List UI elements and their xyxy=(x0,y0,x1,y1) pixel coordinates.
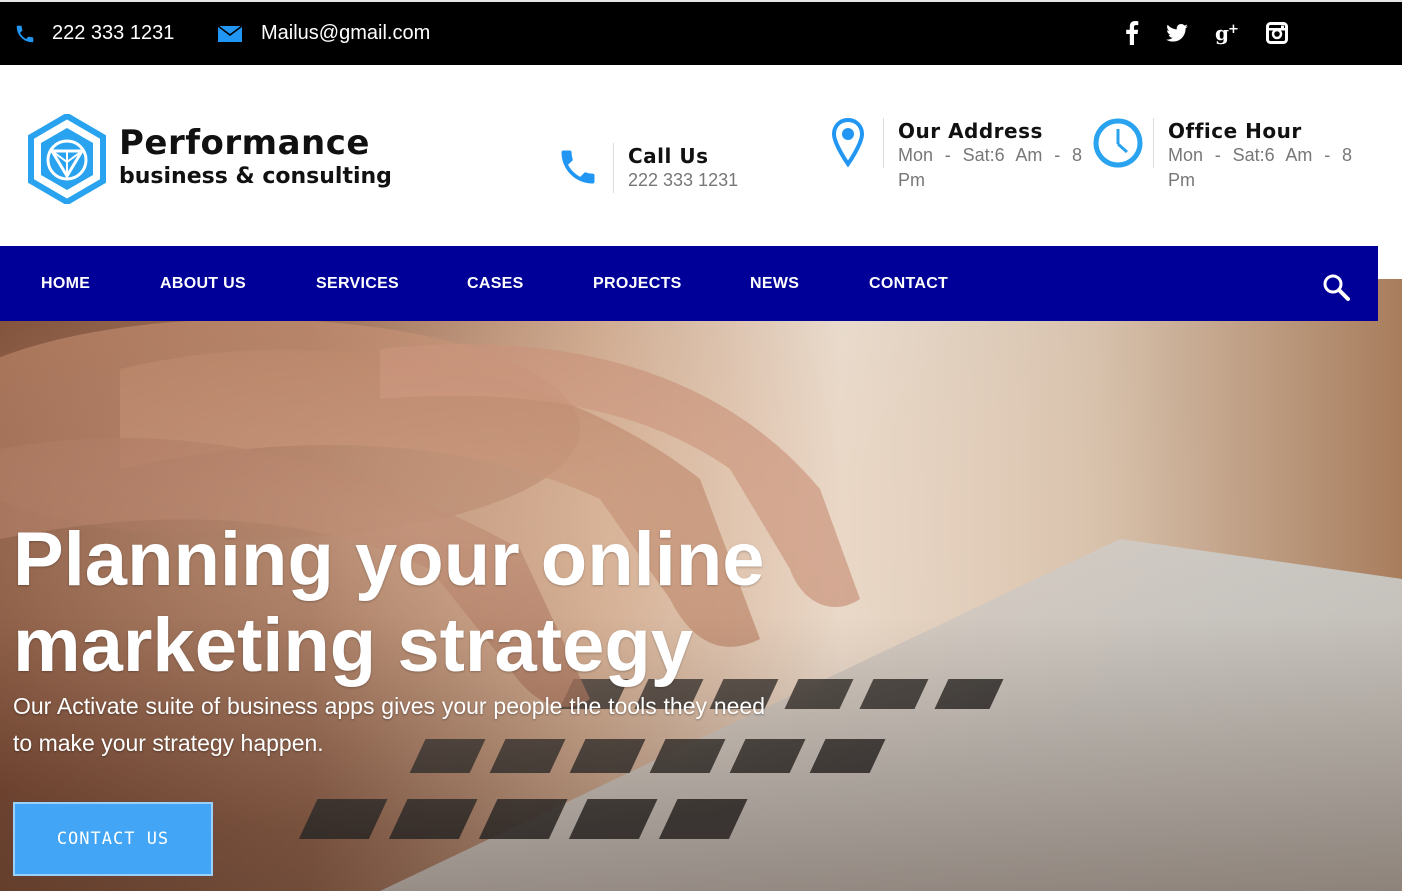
office-hour-value: Mon - Sat:6 Am - 8 Pm xyxy=(1168,145,1352,190)
mail-icon xyxy=(217,24,243,42)
call-us-title: Call Us xyxy=(628,144,709,168)
nav-item-projects[interactable]: PROJECTS xyxy=(593,246,682,321)
phone-icon xyxy=(561,150,595,184)
main-nav: HOME ABOUT US SERVICES CASES PROJECTS NE… xyxy=(0,246,1378,321)
nav-item-services[interactable]: SERVICES xyxy=(316,246,399,321)
nav-item-about-us[interactable]: ABOUT US xyxy=(160,246,246,321)
svg-text:+: + xyxy=(1228,22,1239,37)
topbar-email[interactable]: Mailus@gmail.com xyxy=(217,2,430,65)
brand-title[interactable]: Performance xyxy=(119,123,370,163)
nav-item-cases[interactable]: CASES xyxy=(467,246,524,321)
address-title: Our Address xyxy=(898,119,1043,143)
nav-item-home[interactable]: HOME xyxy=(41,246,90,321)
clock-icon xyxy=(1093,118,1143,168)
nav-item-news[interactable]: NEWS xyxy=(750,246,799,321)
nav-item-contact[interactable]: CONTACT xyxy=(869,246,948,321)
call-us-block: Call Us 222 333 1231 xyxy=(628,144,738,193)
address-value: Mon - Sat:6 Am - 8 Pm xyxy=(898,145,1082,190)
topbar-phone-text: 222 333 1231 xyxy=(52,22,175,44)
divider xyxy=(1153,118,1154,168)
call-us-value[interactable]: 222 333 1231 xyxy=(628,168,738,193)
brand-subtitle: business & consulting xyxy=(119,164,392,189)
hero-title: Planning your online marketing strategy xyxy=(13,517,765,688)
top-bar: 222 333 1231 Mailus@gmail.com g + xyxy=(0,0,1402,65)
svg-text:g: g xyxy=(1215,21,1229,45)
divider xyxy=(613,143,614,193)
search-icon[interactable] xyxy=(1321,272,1351,302)
google-plus-icon[interactable]: g + xyxy=(1212,16,1242,50)
topbar-email-text: Mailus@gmail.com xyxy=(261,22,431,44)
facebook-icon[interactable] xyxy=(1117,16,1147,50)
brand-logo-icon[interactable] xyxy=(27,114,107,204)
map-pin-icon xyxy=(831,118,865,168)
twitter-icon[interactable] xyxy=(1162,16,1192,50)
hero-section: Planning your online marketing strategy … xyxy=(0,279,1402,891)
hero-description: Our Activate suite of business apps give… xyxy=(13,693,765,756)
office-hour-block: Office Hour Mon - Sat:6 Am - 8 Pm xyxy=(1168,119,1352,193)
instagram-icon[interactable] xyxy=(1262,16,1292,50)
contact-us-button[interactable]: CONTACT US xyxy=(13,802,213,876)
address-block: Our Address Mon - Sat:6 Am - 8 Pm xyxy=(898,119,1082,193)
divider xyxy=(883,118,884,168)
topbar-phone[interactable]: 222 333 1231 xyxy=(14,2,174,65)
office-hour-title: Office Hour xyxy=(1168,119,1302,143)
phone-icon xyxy=(16,25,34,42)
